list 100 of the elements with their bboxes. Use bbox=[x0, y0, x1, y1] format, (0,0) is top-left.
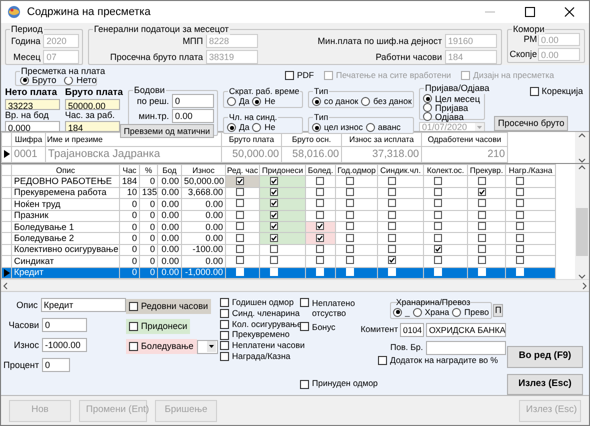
checkbox[interactable] bbox=[300, 298, 309, 307]
checkbox[interactable] bbox=[129, 302, 138, 311]
input-field[interactable]: Кредит bbox=[40, 298, 126, 312]
checkbox[interactable] bbox=[434, 222, 442, 230]
column-header[interactable]: Опис bbox=[12, 164, 120, 176]
checkbox[interactable] bbox=[236, 245, 244, 253]
checkbox[interactable] bbox=[270, 245, 278, 253]
average-gross-button[interactable]: Просечно бруто bbox=[494, 116, 568, 131]
scroll-thumb[interactable] bbox=[576, 208, 588, 256]
checkbox[interactable] bbox=[434, 234, 442, 242]
checkbox[interactable] bbox=[530, 86, 539, 96]
checkbox[interactable] bbox=[220, 341, 229, 350]
input-field[interactable]: 0 bbox=[42, 318, 87, 332]
checkbox[interactable] bbox=[434, 245, 442, 253]
checkbox[interactable] bbox=[285, 71, 294, 80]
checkbox[interactable] bbox=[478, 176, 486, 185]
checkbox[interactable] bbox=[316, 176, 324, 185]
column-header[interactable]: Час bbox=[120, 164, 140, 176]
checkbox[interactable] bbox=[378, 356, 387, 366]
checkbox[interactable] bbox=[270, 222, 278, 230]
input-field[interactable]: 0104 bbox=[400, 323, 424, 337]
checkbox[interactable] bbox=[316, 200, 324, 208]
checkbox[interactable] bbox=[236, 200, 244, 208]
checkbox[interactable] bbox=[388, 245, 396, 253]
input-field[interactable]: 0.00 bbox=[172, 109, 214, 123]
checkbox[interactable] bbox=[236, 211, 244, 219]
close-icon[interactable] bbox=[564, 7, 574, 17]
radio-button[interactable] bbox=[423, 112, 432, 121]
checkbox[interactable] bbox=[316, 211, 324, 219]
checkbox[interactable] bbox=[220, 330, 229, 340]
checkbox[interactable] bbox=[434, 188, 442, 196]
checkbox[interactable] bbox=[478, 234, 486, 242]
checkbox[interactable] bbox=[270, 200, 278, 208]
checkbox[interactable] bbox=[346, 222, 354, 230]
radio-button[interactable] bbox=[252, 123, 262, 132]
checkbox[interactable] bbox=[516, 188, 524, 196]
checkbox[interactable] bbox=[478, 245, 486, 253]
checkbox[interactable] bbox=[388, 200, 396, 208]
checkbox[interactable] bbox=[346, 245, 354, 253]
checkbox[interactable] bbox=[270, 176, 278, 185]
checkbox[interactable] bbox=[270, 234, 278, 242]
checkbox[interactable] bbox=[316, 234, 324, 242]
action-button[interactable]: Во ред (F9) bbox=[507, 346, 583, 368]
checkbox[interactable] bbox=[316, 245, 324, 253]
checkbox[interactable] bbox=[516, 176, 524, 185]
checkbox[interactable] bbox=[434, 211, 442, 219]
radio-button[interactable] bbox=[423, 94, 432, 103]
input-field[interactable]: 184 bbox=[65, 120, 120, 132]
small-button[interactable]: П bbox=[493, 304, 504, 317]
input-field[interactable]: 0 bbox=[172, 94, 214, 108]
table-row[interactable]: Боледување 2 0 0 0.00 0.00 bbox=[2, 232, 556, 244]
radio-button[interactable] bbox=[366, 123, 375, 132]
checkbox[interactable] bbox=[270, 256, 278, 264]
checkbox[interactable] bbox=[388, 176, 396, 185]
checkbox[interactable] bbox=[220, 298, 229, 308]
take-from-records-button[interactable]: Превземи од матични bbox=[120, 124, 214, 138]
checkbox[interactable] bbox=[346, 176, 354, 185]
checkbox[interactable] bbox=[129, 322, 138, 331]
checkbox[interactable] bbox=[516, 245, 524, 253]
checkbox[interactable] bbox=[478, 222, 486, 230]
input-field[interactable]: -1000.00 bbox=[42, 338, 87, 352]
radio-button[interactable] bbox=[312, 97, 321, 106]
table-row[interactable]: Празник 0 0 0.00 0.00 bbox=[2, 210, 556, 222]
checkbox[interactable] bbox=[316, 256, 324, 264]
maximize-icon[interactable] bbox=[524, 7, 534, 17]
column-header[interactable]: Бод bbox=[158, 164, 182, 176]
input-field[interactable]: 0.000 bbox=[5, 120, 60, 132]
checkbox[interactable] bbox=[516, 256, 524, 264]
checkbox[interactable] bbox=[220, 352, 229, 362]
checkbox[interactable] bbox=[346, 200, 354, 208]
column-header[interactable]: Нагр./Казна bbox=[506, 164, 556, 176]
checkbox[interactable] bbox=[236, 234, 244, 242]
table-row[interactable]: Боледување 1 0 0 0.00 0.00 bbox=[2, 221, 556, 233]
radio-button[interactable] bbox=[423, 103, 432, 112]
checkbox[interactable] bbox=[516, 234, 524, 242]
radio-button[interactable] bbox=[252, 97, 262, 106]
checkbox[interactable] bbox=[478, 211, 486, 219]
dropdown-field[interactable] bbox=[196, 340, 218, 354]
table-row[interactable]: Ноќен труд 0 0 0.00 0.00 bbox=[2, 198, 556, 210]
column-header[interactable]: Прекувр. bbox=[468, 164, 506, 176]
column-header[interactable]: Придонеси bbox=[260, 164, 306, 176]
checkbox[interactable] bbox=[346, 188, 354, 196]
checkbox[interactable] bbox=[516, 211, 524, 219]
checkbox[interactable] bbox=[434, 256, 442, 264]
radio-button[interactable] bbox=[312, 123, 321, 132]
checkbox[interactable] bbox=[270, 211, 278, 219]
checkbox[interactable] bbox=[300, 380, 309, 389]
checkbox[interactable] bbox=[388, 222, 396, 230]
checkbox[interactable] bbox=[478, 256, 486, 264]
checkbox[interactable] bbox=[236, 222, 244, 230]
column-header[interactable]: Одработени часови bbox=[422, 132, 508, 146]
column-header[interactable]: Синдик.чл. bbox=[378, 164, 424, 176]
column-header[interactable]: Износ bbox=[182, 164, 226, 176]
checkbox[interactable] bbox=[236, 176, 244, 185]
table-row[interactable]: Колективно осигурување 0 0 0.00 -100.00 bbox=[2, 244, 556, 256]
checkbox[interactable] bbox=[220, 309, 229, 318]
input-field[interactable] bbox=[426, 341, 506, 355]
column-header[interactable]: % bbox=[140, 164, 158, 176]
checkbox[interactable] bbox=[270, 188, 278, 196]
checkbox[interactable] bbox=[388, 234, 396, 242]
